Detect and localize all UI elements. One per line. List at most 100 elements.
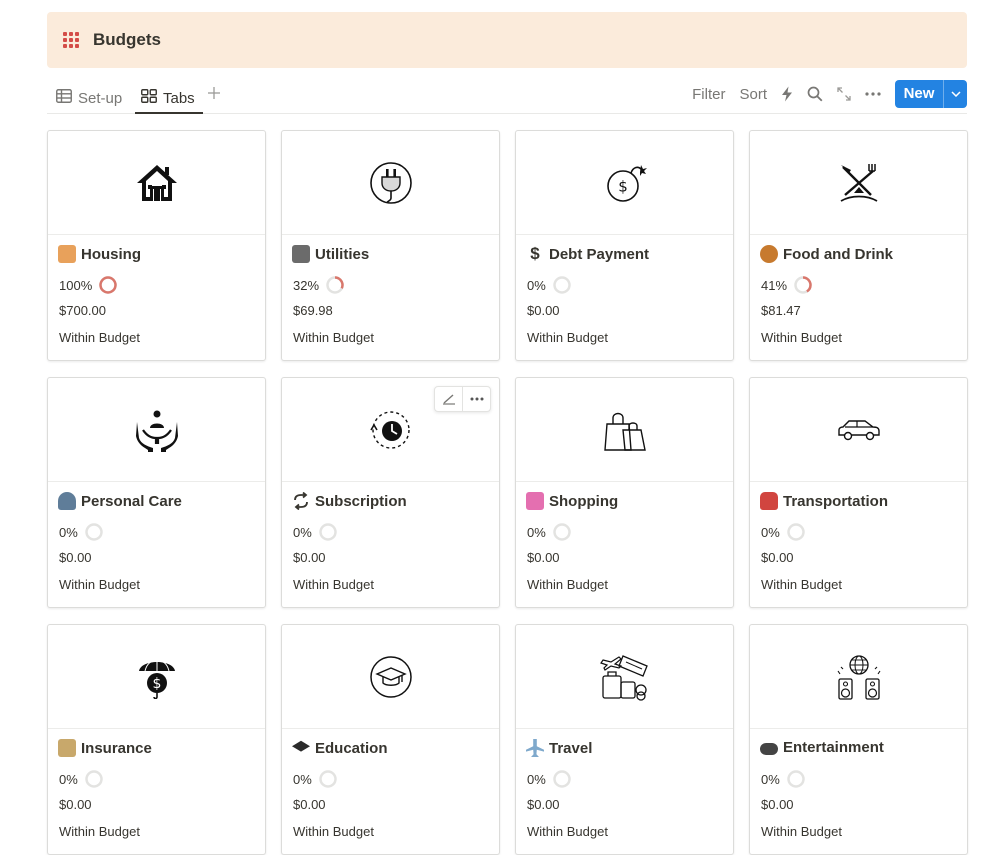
- percent-value: 0%: [527, 771, 546, 787]
- budget-card-utilities[interactable]: Utilities 32% $69.98 Within Budget: [281, 130, 500, 361]
- tab-set-up[interactable]: Set-up: [56, 83, 122, 113]
- percent-value: 0%: [59, 771, 78, 787]
- car-icon: [837, 419, 880, 440]
- progress-ring: [85, 523, 103, 541]
- card-cover: [750, 378, 967, 482]
- progress-ring-track: [553, 523, 571, 541]
- budget-card-food-and-drink[interactable]: Food and Drink 41% $81.47 Within Budget: [749, 130, 968, 361]
- card-title: Housing: [81, 245, 141, 263]
- percent-value: 0%: [59, 524, 78, 540]
- status-text: Within Budget: [59, 824, 140, 839]
- percent-value: 0%: [761, 771, 780, 787]
- dollar-emoji: $: [530, 244, 540, 263]
- speakers-globe-icon: [837, 654, 880, 700]
- card-title: Debt Payment: [549, 245, 650, 263]
- budget-card-housing[interactable]: Housing 100% $700.00 Within Budget: [47, 130, 266, 361]
- budget-card-shopping[interactable]: Shopping 0% $0.00 Within Budget: [515, 377, 734, 608]
- grad-cap-emoji: [292, 740, 310, 752]
- status-text: Within Budget: [293, 824, 374, 839]
- more-icon[interactable]: [463, 387, 490, 411]
- budget-card-debt-payment[interactable]: $ $ Debt Payment 0% $0.00 Within Budget: [515, 130, 734, 361]
- status-text: Within Budget: [761, 330, 842, 345]
- svg-text:$: $: [618, 177, 628, 195]
- more-icon[interactable]: [865, 92, 881, 96]
- card-cover: [282, 625, 499, 729]
- edit-icon[interactable]: [435, 387, 462, 411]
- progress-ring-track: [553, 770, 571, 788]
- progress-ring: [319, 523, 337, 541]
- status-text: Within Budget: [761, 577, 842, 592]
- status-text: Within Budget: [59, 577, 140, 592]
- filter-button[interactable]: Filter: [692, 86, 725, 103]
- new-button[interactable]: New: [895, 80, 943, 108]
- plug-emoji: [292, 245, 310, 263]
- card-title: Travel: [549, 739, 593, 757]
- progress-ring: [787, 523, 805, 541]
- house-emoji: [58, 245, 76, 263]
- card-cover: [516, 378, 733, 482]
- card-cover: $: [516, 131, 733, 235]
- card-title: Subscription: [315, 492, 407, 510]
- amount-value: $0.00: [761, 797, 794, 812]
- progress-ring-track: [787, 523, 805, 541]
- progress-ring: [326, 276, 344, 294]
- status-text: Within Budget: [527, 577, 608, 592]
- status-text: Within Budget: [59, 330, 140, 345]
- tab-tabs[interactable]: Tabs: [135, 83, 203, 114]
- status-text: Within Budget: [293, 330, 374, 345]
- budget-card-transportation[interactable]: Transportation 0% $0.00 Within Budget: [749, 377, 968, 608]
- card-title: Utilities: [315, 245, 370, 263]
- status-text: Within Budget: [527, 330, 608, 345]
- progress-ring: [553, 770, 571, 788]
- progress-ring: [553, 523, 571, 541]
- status-text: Within Budget: [761, 824, 842, 839]
- percent-value: 0%: [761, 524, 780, 540]
- card-cover: [516, 625, 733, 729]
- search-icon[interactable]: [807, 86, 823, 102]
- tab-label: Tabs: [163, 89, 195, 107]
- budget-card-education[interactable]: Education 0% $0.00 Within Budget: [281, 624, 500, 855]
- page-title: Budgets: [93, 30, 161, 49]
- status-text: Within Budget: [527, 824, 608, 839]
- budget-card-travel[interactable]: Travel 0% $0.00 Within Budget: [515, 624, 734, 855]
- automation-icon[interactable]: [781, 86, 793, 102]
- amount-value: $0.00: [59, 550, 92, 565]
- amount-value: $0.00: [293, 797, 326, 812]
- budget-card-insurance[interactable]: $ Insurance 0% $0.00 Within Budget: [47, 624, 266, 855]
- plug-icon: [369, 161, 412, 204]
- person-emoji: [58, 492, 76, 510]
- card-title: Insurance: [81, 739, 152, 757]
- amount-value: $69.98: [293, 303, 333, 318]
- percent-value: 0%: [527, 277, 546, 293]
- expand-icon[interactable]: [837, 87, 851, 101]
- bank-emoji: [58, 739, 76, 757]
- progress-ring: [553, 276, 571, 294]
- shopping-bags-emoji: [526, 492, 544, 510]
- shopping-bags-icon: [603, 412, 646, 451]
- add-view-button[interactable]: [207, 84, 221, 105]
- percent-value: 100%: [59, 277, 93, 293]
- percent-value: 32%: [293, 277, 320, 293]
- progress-ring: [794, 276, 812, 294]
- amount-value: $0.00: [59, 797, 92, 812]
- percent-value: 41%: [761, 277, 788, 293]
- budget-card-subscription[interactable]: Subscription 0% $0.00 Within Budget: [281, 377, 500, 608]
- card-cover: [48, 131, 265, 235]
- plus-icon: [208, 87, 220, 99]
- budget-card-personal-care[interactable]: Personal Care 0% $0.00 Within Budget: [47, 377, 266, 608]
- amount-value: $0.00: [527, 797, 560, 812]
- card-title: Transportation: [783, 492, 889, 510]
- budget-card-entertainment[interactable]: Entertainment 0% $0.00 Within Budget: [749, 624, 968, 855]
- food-emoji: [760, 245, 778, 263]
- new-options-button[interactable]: [944, 80, 967, 108]
- amount-value: $0.00: [293, 550, 326, 565]
- progress-ring-track: [319, 523, 337, 541]
- gamepad-emoji: [760, 743, 778, 755]
- progress-ring-track: [787, 770, 805, 788]
- amount-value: $0.00: [761, 550, 794, 565]
- fork-knife-icon: [840, 163, 877, 202]
- card-hover-controls: [434, 386, 491, 412]
- table-icon: [56, 89, 72, 107]
- amount-value: $81.47: [761, 303, 801, 318]
- sort-button[interactable]: Sort: [739, 86, 767, 103]
